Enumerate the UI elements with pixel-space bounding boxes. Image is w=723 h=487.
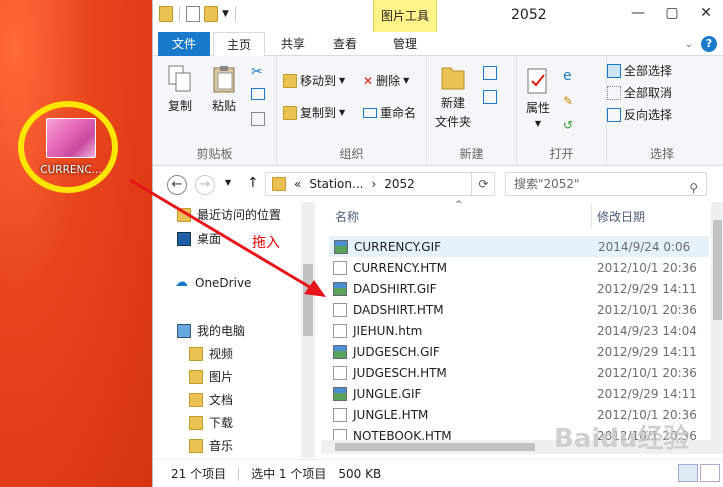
watermark: Baidu经验 [554, 424, 690, 454]
drag-instruction-label: 拖入 [252, 235, 280, 251]
drag-arrow [129, 178, 326, 297]
